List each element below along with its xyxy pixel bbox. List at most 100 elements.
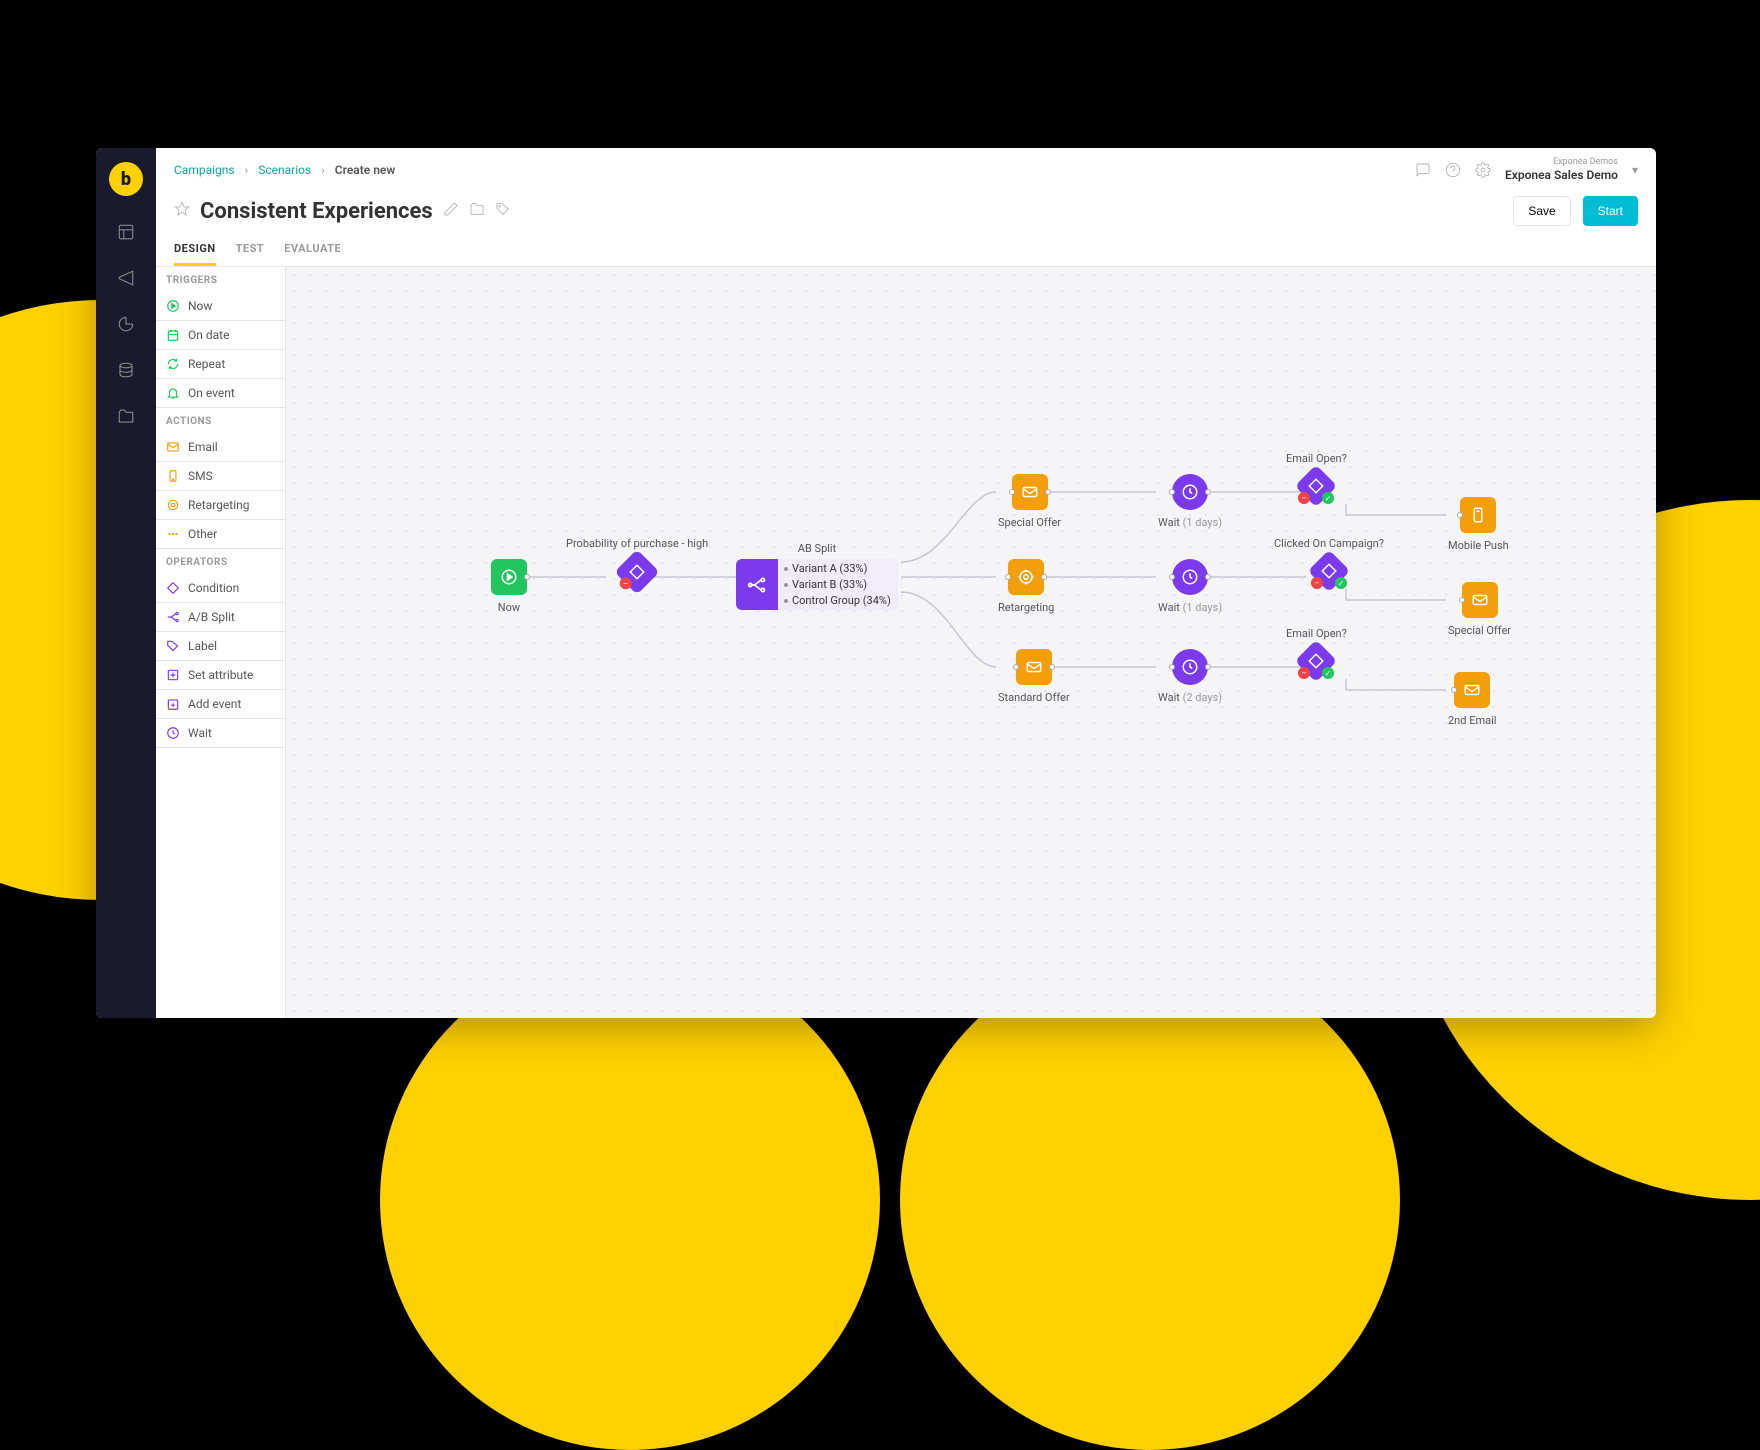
more-icon (166, 527, 180, 541)
tab-design[interactable]: DESIGN (174, 234, 216, 266)
node-condition-email-open-2[interactable]: Email Open? ✓ – (1286, 627, 1347, 676)
topbar: Campaigns › Scenarios › Create new Expon… (156, 148, 1656, 192)
decoration-shape (380, 950, 880, 1450)
palette-item-condition[interactable]: Condition (156, 574, 285, 603)
chevron-right-icon: › (245, 163, 249, 177)
breadcrumb-campaigns[interactable]: Campaigns (174, 163, 235, 177)
email-icon (1462, 582, 1498, 618)
palette-item-other[interactable]: Other (156, 520, 285, 549)
target-icon (166, 498, 180, 512)
star-icon[interactable] (174, 201, 190, 221)
node-2nd-email[interactable]: 2nd Email (1448, 672, 1496, 727)
breadcrumb-current: Create new (335, 163, 395, 177)
target-icon (1008, 559, 1044, 595)
nav-analytics-icon[interactable] (116, 314, 136, 334)
save-button[interactable]: Save (1513, 196, 1570, 226)
nav-campaigns-icon[interactable] (116, 268, 136, 288)
clock-icon (1172, 559, 1208, 595)
palette-item-ab-split[interactable]: A/B Split (156, 603, 285, 632)
tab-test[interactable]: TEST (236, 234, 265, 266)
palette-group-triggers: TRIGGERS (156, 267, 285, 292)
check-badge-icon: ✓ (1322, 667, 1334, 679)
node-wait-2[interactable]: Wait (1 days) (1158, 559, 1222, 614)
account-org: Exponea Demos (1505, 157, 1618, 168)
palette-item-on-event[interactable]: On event (156, 379, 285, 408)
chevron-right-icon: › (321, 163, 325, 177)
node-ab-split[interactable]: AB Split Variant A (33%) Variant B (33%)… (736, 542, 898, 610)
split-icon (166, 610, 180, 624)
account-project: Exponea Sales Demo (1505, 168, 1618, 182)
sidebar: b (96, 148, 156, 1018)
diamond-icon: ✓ – (1295, 640, 1337, 682)
error-badge-icon: – (620, 577, 632, 589)
palette-item-label[interactable]: Label (156, 632, 285, 661)
palette: TRIGGERS Now On date Repeat On event ACT… (156, 267, 286, 1018)
clock-icon (1172, 474, 1208, 510)
calendar-icon (166, 328, 180, 342)
phone-icon (166, 469, 180, 483)
palette-item-retargeting[interactable]: Retargeting (156, 491, 285, 520)
node-wait-1[interactable]: Wait (1 days) (1158, 474, 1222, 529)
node-special-offer-2[interactable]: Special Offer (1448, 582, 1511, 637)
help-icon[interactable] (1445, 162, 1461, 178)
check-badge-icon: ✓ (1322, 492, 1334, 504)
bell-icon (166, 386, 180, 400)
page-title: Consistent Experiences (200, 199, 433, 224)
tab-evaluate[interactable]: EVALUATE (284, 234, 341, 266)
palette-item-set-attribute[interactable]: Set attribute (156, 661, 285, 690)
canvas[interactable]: Now Probability of purchase - high – AB … (286, 267, 1656, 1018)
node-condition-probability[interactable]: Probability of purchase - high – (566, 537, 708, 588)
settings-icon[interactable] (1475, 162, 1491, 178)
calendar-plus-icon (166, 697, 180, 711)
node-wait-3[interactable]: Wait (2 days) (1158, 649, 1222, 704)
split-variant-a: Variant A (33%) (784, 562, 892, 575)
split-control-group: Control Group (34%) (784, 594, 892, 607)
email-icon (1016, 649, 1052, 685)
clock-icon (1172, 649, 1208, 685)
palette-group-operators: OPERATORS (156, 549, 285, 574)
tabs: DESIGN TEST EVALUATE (156, 234, 1656, 267)
palette-item-now[interactable]: Now (156, 292, 285, 321)
node-condition-clicked[interactable]: Clicked On Campaign? ✓ – (1274, 537, 1384, 586)
account-switcher[interactable]: Exponea Demos Exponea Sales Demo (1505, 157, 1618, 182)
logo[interactable]: b (109, 162, 143, 196)
nav-assets-icon[interactable] (116, 406, 136, 426)
palette-item-add-event[interactable]: Add event (156, 690, 285, 719)
palette-item-on-date[interactable]: On date (156, 321, 285, 350)
email-icon (1454, 672, 1490, 708)
nav-data-icon[interactable] (116, 360, 136, 380)
x-badge-icon: – (1311, 577, 1323, 589)
play-icon (491, 559, 527, 595)
breadcrumb: Campaigns › Scenarios › Create new (174, 163, 395, 177)
palette-item-sms[interactable]: SMS (156, 462, 285, 491)
node-now[interactable]: Now (491, 559, 527, 614)
node-mobile-push[interactable]: Mobile Push (1448, 497, 1509, 552)
node-condition-email-open-1[interactable]: Email Open? ✓ – (1286, 452, 1347, 501)
comment-icon[interactable] (1415, 162, 1431, 178)
diamond-icon: – (614, 549, 659, 594)
diamond-icon: ✓ – (1295, 465, 1337, 507)
node-special-offer[interactable]: Special Offer (998, 474, 1061, 529)
app-window: b Campaigns › Scenarios › Create new (96, 148, 1656, 1018)
start-button[interactable]: Start (1583, 196, 1638, 226)
chevron-down-icon[interactable]: ▾ (1632, 163, 1638, 177)
split-icon (736, 559, 778, 610)
node-retargeting[interactable]: Retargeting (998, 559, 1054, 614)
edit-icon[interactable] (443, 201, 459, 221)
folder-icon[interactable] (469, 201, 485, 221)
x-badge-icon: – (1298, 667, 1310, 679)
diamond-icon: ✓ – (1308, 550, 1350, 592)
decoration-shape (900, 950, 1400, 1450)
email-icon (166, 440, 180, 454)
tag-icon[interactable] (495, 201, 511, 221)
palette-item-repeat[interactable]: Repeat (156, 350, 285, 379)
palette-group-actions: ACTIONS (156, 408, 285, 433)
nav-dashboard-icon[interactable] (116, 222, 136, 242)
clock-icon (166, 726, 180, 740)
split-variant-b: Variant B (33%) (784, 578, 892, 591)
node-standard-offer[interactable]: Standard Offer (998, 649, 1070, 704)
breadcrumb-scenarios[interactable]: Scenarios (258, 163, 311, 177)
x-badge-icon: – (1298, 492, 1310, 504)
palette-item-email[interactable]: Email (156, 433, 285, 462)
palette-item-wait[interactable]: Wait (156, 719, 285, 748)
